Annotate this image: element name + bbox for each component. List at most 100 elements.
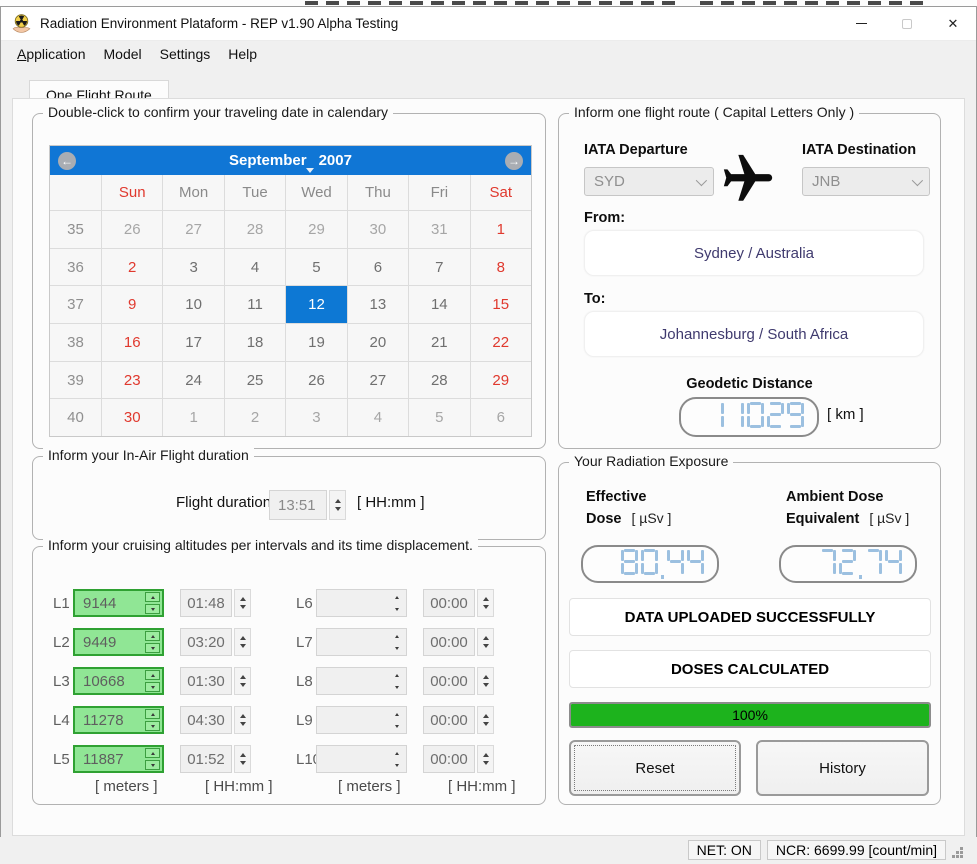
flight-duration-value[interactable]: 13:51 xyxy=(269,490,327,520)
altitude-time-value[interactable]: 00:00 xyxy=(423,628,475,656)
calendar-day[interactable]: 6 xyxy=(348,249,409,286)
flight-duration-spinner[interactable]: 13:51 xyxy=(269,490,346,520)
altitude-time-value[interactable]: 00:00 xyxy=(423,667,475,695)
time-spin-buttons[interactable] xyxy=(477,667,494,695)
altitude-time-spinner[interactable]: 01:52 xyxy=(180,745,251,773)
altitude-time-spinner[interactable]: 00:00 xyxy=(423,706,494,734)
time-spin-buttons[interactable] xyxy=(234,589,251,617)
calendar-day[interactable]: 15 xyxy=(471,286,531,323)
altitude-meters-spinner[interactable]: 9144 xyxy=(73,589,164,617)
altitude-time-spinner[interactable]: 03:20 xyxy=(180,628,251,656)
time-spin-buttons[interactable] xyxy=(477,745,494,773)
meters-spin-buttons[interactable] xyxy=(145,592,160,614)
calendar-day[interactable]: 10 xyxy=(163,286,224,323)
meters-spin-buttons[interactable] xyxy=(389,670,404,692)
meters-spin-buttons[interactable] xyxy=(145,709,160,731)
meters-spin-buttons[interactable] xyxy=(145,748,160,770)
calendar-day[interactable]: 17 xyxy=(163,324,224,361)
altitude-meters-spinner[interactable] xyxy=(316,628,407,656)
calendar-day[interactable]: 3 xyxy=(163,249,224,286)
time-spin-buttons[interactable] xyxy=(234,745,251,773)
spin-up-icon[interactable] xyxy=(389,592,404,602)
meters-spin-buttons[interactable] xyxy=(389,631,404,653)
calendar-day[interactable]: 5 xyxy=(409,399,470,436)
time-spin-buttons[interactable] xyxy=(477,589,494,617)
altitude-time-spinner[interactable]: 00:00 xyxy=(423,589,494,617)
spin-down-icon[interactable] xyxy=(389,682,404,692)
calendar-day[interactable]: 30 xyxy=(348,211,409,248)
spin-up-icon[interactable] xyxy=(145,592,160,602)
calendar-day[interactable]: 27 xyxy=(163,211,224,248)
title-bar[interactable]: Radiation Environment Plataform - REP v1… xyxy=(1,7,976,41)
spin-up-icon[interactable] xyxy=(145,670,160,680)
altitude-time-spinner[interactable]: 00:00 xyxy=(423,745,494,773)
altitude-time-spinner[interactable]: 01:48 xyxy=(180,589,251,617)
altitude-meters-spinner[interactable] xyxy=(316,589,407,617)
calendar-day[interactable]: 2 xyxy=(225,399,286,436)
altitude-time-spinner[interactable]: 04:30 xyxy=(180,706,251,734)
calendar-day[interactable]: 22 xyxy=(471,324,531,361)
spin-up-icon[interactable] xyxy=(389,670,404,680)
iata-destination-select[interactable]: JNB xyxy=(802,167,930,196)
spin-up-icon[interactable] xyxy=(389,631,404,641)
calendar-day[interactable]: 28 xyxy=(225,211,286,248)
calendar-day[interactable]: 5 xyxy=(286,249,347,286)
calendar-month[interactable]: September xyxy=(229,152,307,169)
spin-down-icon[interactable] xyxy=(389,721,404,731)
maximize-button[interactable] xyxy=(884,7,930,40)
calendar-day[interactable]: 8 xyxy=(471,249,531,286)
altitude-time-spinner[interactable]: 00:00 xyxy=(423,667,494,695)
spin-down-icon[interactable] xyxy=(145,721,160,731)
calendar-day[interactable]: 9 xyxy=(102,286,163,323)
altitude-meters-spinner[interactable] xyxy=(316,706,407,734)
calendar-day[interactable]: 1 xyxy=(163,399,224,436)
calendar-day[interactable]: 4 xyxy=(225,249,286,286)
calendar-day[interactable]: 3 xyxy=(286,399,347,436)
spin-up-icon[interactable] xyxy=(389,748,404,758)
calendar-day[interactable]: 16 xyxy=(102,324,163,361)
meters-spin-buttons[interactable] xyxy=(145,670,160,692)
meters-spin-buttons[interactable] xyxy=(145,631,160,653)
altitude-meters-spinner[interactable]: 9449 xyxy=(73,628,164,656)
altitude-time-value[interactable]: 01:52 xyxy=(180,745,232,773)
altitude-time-value[interactable]: 00:00 xyxy=(423,745,475,773)
calendar-day[interactable]: 19 xyxy=(286,324,347,361)
calendar-day[interactable]: 29 xyxy=(286,211,347,248)
calendar-day[interactable]: 18 xyxy=(225,324,286,361)
calendar-day[interactable]: 26 xyxy=(286,362,347,399)
calendar-day[interactable]: 14 xyxy=(409,286,470,323)
calendar-day[interactable]: 6 xyxy=(471,399,531,436)
menu-settings[interactable]: Settings xyxy=(152,44,219,64)
calendar-prev-month-button[interactable]: ← xyxy=(58,152,76,170)
flight-duration-spin-buttons[interactable] xyxy=(329,490,346,520)
iata-departure-select[interactable]: SYD xyxy=(584,167,714,196)
time-spin-buttons[interactable] xyxy=(234,628,251,656)
calendar-day[interactable]: 4 xyxy=(348,399,409,436)
spin-down-icon[interactable] xyxy=(389,760,404,770)
altitude-time-spinner[interactable]: 01:30 xyxy=(180,667,251,695)
spin-up-icon[interactable] xyxy=(145,709,160,719)
altitude-time-spinner[interactable]: 00:00 xyxy=(423,628,494,656)
time-spin-buttons[interactable] xyxy=(477,628,494,656)
menu-model[interactable]: Model xyxy=(96,44,150,64)
spin-down-icon[interactable] xyxy=(145,760,160,770)
calendar-day[interactable]: 23 xyxy=(102,362,163,399)
spin-up-icon[interactable] xyxy=(145,631,160,641)
calendar-next-month-button[interactable]: → xyxy=(505,152,523,170)
spin-up-icon[interactable] xyxy=(389,709,404,719)
menu-application[interactable]: Application xyxy=(9,44,94,64)
calendar-day[interactable]: 31 xyxy=(409,211,470,248)
calendar-day[interactable]: 28 xyxy=(409,362,470,399)
spin-down-icon[interactable] xyxy=(145,643,160,653)
calendar-day[interactable]: 24 xyxy=(163,362,224,399)
resize-grip-icon[interactable] xyxy=(952,847,963,858)
reset-button[interactable]: Reset xyxy=(569,740,741,796)
altitude-meters-spinner[interactable]: 11887 xyxy=(73,745,164,773)
altitude-time-value[interactable]: 00:00 xyxy=(423,589,475,617)
altitude-time-value[interactable]: 03:20 xyxy=(180,628,232,656)
spin-down-icon[interactable] xyxy=(389,604,404,614)
time-spin-buttons[interactable] xyxy=(477,706,494,734)
calendar-day[interactable]: 30 xyxy=(102,399,163,436)
calendar-day[interactable]: 13 xyxy=(348,286,409,323)
altitude-time-value[interactable]: 00:00 xyxy=(423,706,475,734)
